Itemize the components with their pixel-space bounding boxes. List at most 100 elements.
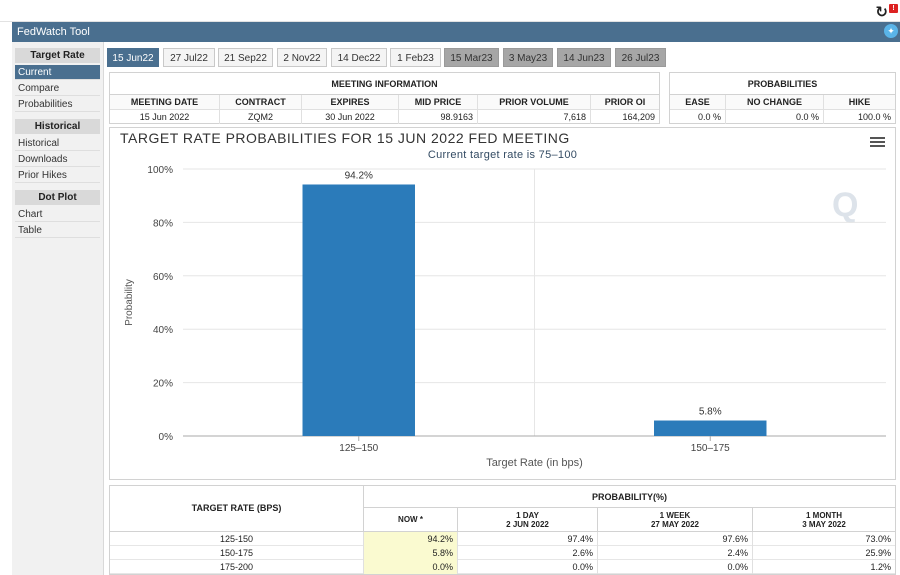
tab-3-may23[interactable]: 3 May23 (503, 48, 553, 67)
tab-2-nov22[interactable]: 2 Nov22 (277, 48, 327, 67)
twitter-icon[interactable]: ✦ (884, 24, 898, 38)
one-week-cell: 2.4% (598, 546, 753, 560)
bar (654, 420, 767, 436)
x-axis-title: Target Rate (in bps) (486, 457, 583, 469)
bar-chart: Q 0% 20% 40% 60% 80% 100% 94.2% 125–150 5.8% 150–1… (124, 165, 886, 469)
prior-volume-value: 7,618 (478, 110, 591, 124)
sidebar-item-current[interactable]: Current (15, 65, 100, 80)
column-header: EASE (670, 95, 726, 109)
sidebar-heading-historical: Historical (15, 119, 100, 134)
column-header: MEETING DATE (110, 95, 220, 109)
tab-21-sep22[interactable]: 21 Sep22 (218, 48, 273, 67)
one-day-column-header: 1 DAY 2 JUN 2022 (458, 508, 598, 532)
sidebar-heading-target-rate: Target Rate (15, 48, 100, 63)
column-header: CONTRACT (220, 95, 302, 109)
one-day-cell: 97.4% (458, 532, 598, 546)
one-month-column-header: 1 MONTH 3 MAY 2022 (753, 508, 895, 532)
column-header: PRIOR OI (591, 95, 659, 109)
tab-26-jul23[interactable]: 26 Jul23 (615, 48, 666, 67)
rate-cell: 175-200 (110, 560, 364, 574)
probability-table: TARGET RATE (BPS) PROBABILITY(%) NOW * 1… (109, 485, 896, 575)
chart-panel: TARGET RATE PROBABILITIES FOR 15 JUN 202… (109, 127, 896, 480)
tab-14-jun23[interactable]: 14 Jun23 (557, 48, 611, 67)
subhead-line: NOW * (398, 515, 423, 524)
bar (302, 184, 415, 436)
one-month-cell: 1.2% (870, 562, 891, 572)
tab-1-feb23[interactable]: 1 Feb23 (390, 48, 441, 67)
rate-cell: 125-150 (110, 532, 364, 546)
now-cell: 94.2% (364, 532, 458, 546)
table-row: 150-175 5.8% 2.6% 2.4% 25.9% (110, 546, 895, 560)
y-tick-label: 60% (153, 272, 173, 283)
alert-icon[interactable]: ! (889, 4, 898, 13)
probabilities-header-row: EASE NO CHANGE HIKE (670, 95, 895, 109)
subhead-date: 3 MAY 2022 (802, 519, 846, 529)
ease-value: 0.0 % (670, 110, 726, 124)
data-label: 5.8% (699, 407, 722, 418)
probabilities-value-row: 0.0 % 0.0 % 100.0 % (670, 109, 895, 124)
y-tick-label: 80% (153, 218, 173, 229)
tab-14-dec22[interactable]: 14 Dec22 (331, 48, 387, 67)
x-tick-label: 150–175 (691, 443, 730, 454)
now-column-header: NOW * (364, 508, 458, 532)
sidebar-item-probabilities[interactable]: Probabilities (15, 97, 100, 112)
subhead-line: 1 DAY (516, 510, 539, 520)
column-header: MID PRICE (399, 95, 478, 109)
now-cell: 0.0% (364, 560, 458, 574)
subhead-date: 27 MAY 2022 (650, 519, 700, 529)
meeting-information-heading: MEETING INFORMATION (110, 73, 659, 95)
one-month-cell: 25.9% (865, 548, 891, 558)
meeting-information-value-row: 15 Jun 2022 ZQM2 30 Jun 2022 98.9163 7,6… (110, 109, 659, 124)
subhead-line: 1 WEEK (659, 510, 691, 520)
column-header: EXPIRES (302, 95, 399, 109)
meeting-information-header-row: MEETING DATE CONTRACT EXPIRES MID PRICE … (110, 95, 659, 109)
column-header: HIKE (824, 95, 895, 109)
expires-value: 30 Jun 2022 (302, 110, 399, 124)
y-tick-label: 40% (153, 325, 173, 336)
probabilities-heading: PROBABILITIES (670, 73, 895, 95)
table-row: 175-200 0.0% 0.0% 0.0% 1.2% (110, 560, 895, 574)
y-axis-title: Probability (124, 279, 135, 326)
sidebar-item-chart[interactable]: Chart (15, 207, 100, 222)
one-week-cell: 97.6% (598, 532, 753, 546)
y-tick-label: 100% (147, 165, 173, 176)
tab-15-jun22[interactable]: 15 Jun22 (107, 48, 159, 67)
contract-value: ZQM2 (220, 110, 302, 124)
one-day-cell: 2.6% (458, 546, 598, 560)
sidebar-item-prior-hikes[interactable]: Prior Hikes (15, 168, 100, 183)
app-title: FedWatch Tool (17, 26, 90, 38)
subhead-date: 2 JUN 2022 (506, 519, 549, 529)
table-row: 125-150 94.2% 97.4% 97.6% 73.0% (110, 532, 895, 546)
mid-price-value: 98.9163 (399, 110, 478, 124)
hike-value: 100.0 % (857, 112, 891, 122)
one-week-cell: 0.0% (598, 560, 753, 574)
meeting-date-value: 15 Jun 2022 (110, 110, 220, 124)
one-week-column-header: 1 WEEK 27 MAY 2022 (598, 508, 753, 532)
tab-27-jul22[interactable]: 27 Jul22 (163, 48, 215, 67)
sidebar: Target Rate Current Compare Probabilitie… (12, 42, 104, 575)
y-tick-label: 0% (159, 432, 174, 443)
sidebar-item-compare[interactable]: Compare (15, 81, 100, 96)
column-header: NO CHANGE (726, 95, 824, 109)
y-tick-label: 20% (153, 379, 173, 390)
no-change-value: 0.0 % (726, 110, 824, 124)
tab-15-mar23[interactable]: 15 Mar23 (444, 48, 499, 67)
sidebar-item-historical[interactable]: Historical (15, 136, 100, 151)
target-rate-bps-heading: TARGET RATE (BPS) (110, 486, 364, 532)
now-cell: 5.8% (364, 546, 458, 560)
app-title-bar: FedWatch Tool ✦ (12, 22, 900, 42)
column-header: PRIOR VOLUME (478, 95, 591, 109)
one-day-cell: 0.0% (458, 560, 598, 574)
data-label: 94.2% (345, 170, 373, 181)
sidebar-item-downloads[interactable]: Downloads (15, 152, 100, 167)
x-tick-label: 125–150 (339, 443, 378, 454)
probabilities-panel: PROBABILITIES EASE NO CHANGE HIKE 0.0 % … (669, 72, 896, 124)
sidebar-item-table[interactable]: Table (15, 223, 100, 238)
meeting-information-panel: MEETING INFORMATION MEETING DATE CONTRAC… (109, 72, 660, 124)
probability-percent-heading: PROBABILITY(%) (364, 486, 895, 508)
subhead-line: 1 MONTH (806, 510, 842, 520)
rate-cell: 150-175 (110, 546, 364, 560)
sidebar-heading-dot-plot: Dot Plot (15, 190, 100, 205)
top-strip: ↻ ! (0, 0, 900, 22)
refresh-icon[interactable]: ↻ (875, 3, 888, 21)
